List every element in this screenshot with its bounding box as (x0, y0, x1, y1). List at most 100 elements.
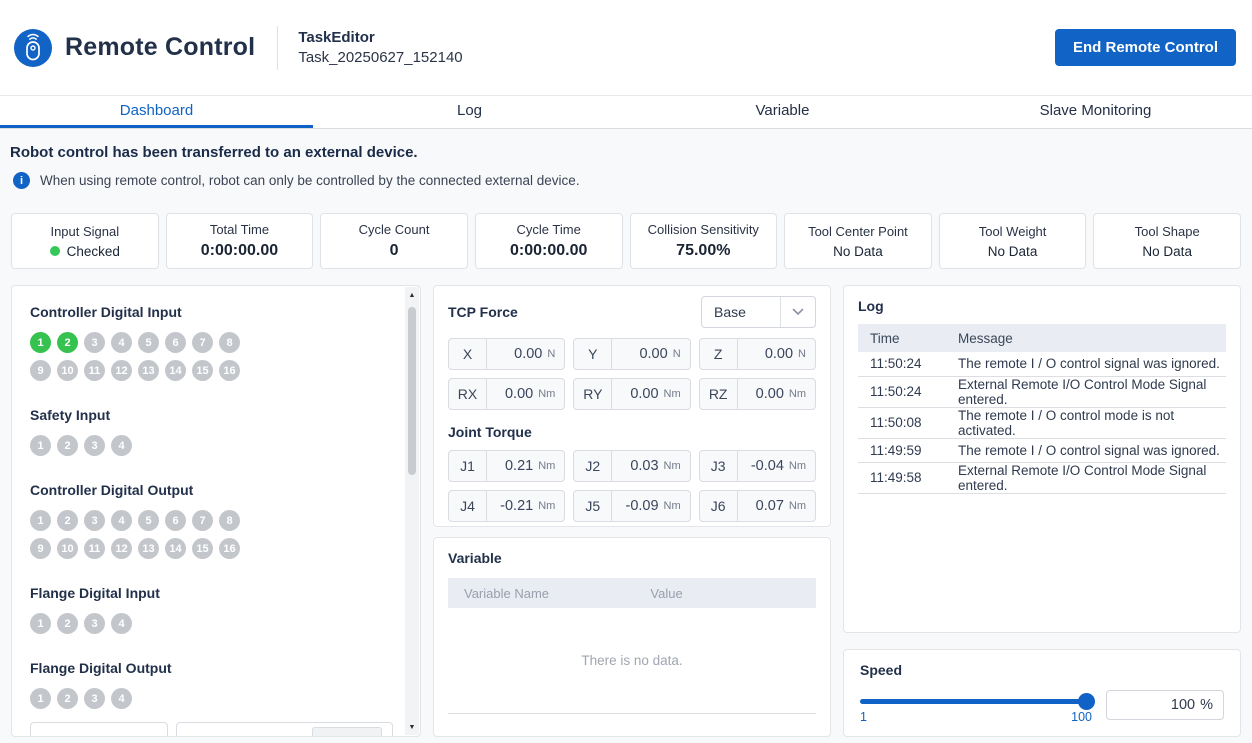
field-label: Z (700, 339, 738, 369)
end-remote-control-button[interactable]: End Remote Control (1055, 29, 1236, 66)
field-label: J1 (449, 451, 487, 481)
field-value: 0.00 (487, 386, 538, 402)
io-signal-indicator: 15 (192, 538, 213, 559)
io-dots-flange-digital-output: 1234 (30, 688, 246, 709)
field-label: Y (574, 339, 612, 369)
scroll-up-icon[interactable]: ▲ (405, 289, 419, 301)
log-table: Time Message 11:50:24The remote I / O co… (858, 324, 1226, 494)
speed-value-input[interactable]: 100 % (1106, 690, 1224, 720)
io-clipped-field[interactable] (30, 722, 168, 736)
status-card-label: Tool Shape (1135, 224, 1200, 239)
status-card-tool-center-point: Tool Center PointNo Data (784, 213, 932, 269)
field-unit: N (547, 348, 564, 360)
io-signal-indicator: 4 (111, 613, 132, 634)
log-time: 11:50:24 (858, 352, 946, 376)
io-signal-indicator: 1 (30, 613, 51, 634)
field-value: 0.07 (738, 498, 789, 514)
io-signal-indicator: 5 (138, 510, 159, 531)
message-column-header: Message (946, 324, 1226, 352)
io-signal-indicator: 1 (30, 435, 51, 456)
status-card-label: Total Time (210, 222, 269, 237)
io-signal-indicator: 1 (30, 510, 51, 531)
status-card-value-text: Checked (67, 244, 120, 259)
io-signal-indicator: 10 (57, 360, 78, 381)
field-unit: Nm (664, 388, 690, 400)
status-card-value: No Data (988, 244, 1038, 259)
coordinate-frame-select[interactable]: Base (701, 296, 816, 328)
task-info: TaskEditor Task_20250627_152140 (298, 29, 462, 66)
status-card-label: Cycle Count (359, 222, 430, 237)
io-section-title-flange-digital-input: Flange Digital Input (30, 585, 405, 601)
coordinate-frame-value: Base (702, 304, 780, 320)
status-card-label: Cycle Time (517, 222, 581, 237)
joint-torque-field-j5: J5-0.09Nm (573, 490, 690, 522)
scroll-down-icon[interactable]: ▼ (405, 721, 419, 733)
io-panel-scrollbar[interactable]: ▲ ▼ (405, 287, 419, 735)
field-unit: N (673, 348, 690, 360)
dashboard-grid: Controller Digital Input1234567891011121… (11, 285, 1241, 737)
scrollbar-thumb[interactable] (408, 307, 416, 475)
io-signal-indicator: 13 (138, 538, 159, 559)
io-signal-indicator: 14 (165, 360, 186, 381)
log-row: 11:50:24External Remote I/O Control Mode… (858, 376, 1226, 407)
tab-variable[interactable]: Variable (626, 96, 939, 128)
field-unit: Nm (789, 388, 815, 400)
status-card-value: 0:00:00.00 (510, 242, 587, 260)
variable-empty-message: There is no data. (448, 608, 816, 714)
io-clipped-field[interactable] (176, 722, 393, 736)
value-column-header: Value (650, 586, 682, 601)
log-time: 11:50:24 (858, 376, 946, 407)
joint-torque-field-j4: J4-0.21Nm (448, 490, 565, 522)
field-unit: Nm (538, 388, 564, 400)
field-value: 0.21 (487, 458, 538, 474)
green-status-dot-icon (50, 246, 60, 256)
app-title: Remote Control (65, 33, 255, 62)
log-row: 11:50:24The remote I / O control signal … (858, 352, 1226, 376)
notice-block: Robot control has been transferred to an… (0, 129, 1252, 189)
field-value: -0.21 (487, 498, 538, 514)
log-panel-title: Log (858, 298, 1226, 314)
speed-value: 100 (1171, 697, 1195, 713)
remote-control-app: Remote Control TaskEditor Task_20250627_… (0, 0, 1252, 743)
field-value: 0.00 (738, 386, 789, 402)
tab-slave-monitoring[interactable]: Slave Monitoring (939, 96, 1252, 128)
field-unit: Nm (789, 500, 815, 512)
io-signal-indicator: 4 (111, 510, 132, 531)
log-message: External Remote I/O Control Mode Signal … (946, 462, 1226, 493)
field-value: 0.03 (612, 458, 663, 474)
io-signal-indicator: 9 (30, 360, 51, 381)
task-type: TaskEditor (298, 29, 462, 46)
tcp-force-fields: X0.00NY0.00NZ0.00NRX0.00NmRY0.00NmRZ0.00… (448, 338, 816, 410)
header-divider (277, 26, 278, 70)
io-signal-indicator: 2 (57, 435, 78, 456)
io-signal-indicator: 2 (57, 510, 78, 531)
field-value: -0.09 (612, 498, 663, 514)
time-column-header: Time (858, 324, 946, 352)
speed-slider[interactable]: 1 100 (860, 690, 1092, 724)
joint-torque-field-j6: J60.07Nm (699, 490, 816, 522)
io-signal-indicator: 4 (111, 688, 132, 709)
io-signal-indicator: 11 (84, 538, 105, 559)
status-card-tool-shape: Tool ShapeNo Data (1093, 213, 1241, 269)
io-signal-indicator: 7 (192, 510, 213, 531)
io-signal-indicator: 1 (30, 688, 51, 709)
joint-torque-fields: J10.21NmJ20.03NmJ3-0.04NmJ4-0.21NmJ5-0.0… (448, 450, 816, 522)
speed-slider-handle[interactable] (1078, 693, 1095, 710)
speed-unit: % (1200, 697, 1213, 713)
joint-torque-field-j2: J20.03Nm (573, 450, 690, 482)
io-clipped-button[interactable] (312, 727, 382, 736)
io-signal-indicator: 3 (84, 613, 105, 634)
status-card-label: Tool Weight (979, 224, 1047, 239)
speed-slider-track[interactable] (860, 699, 1092, 704)
joint-torque-field-j3: J3-0.04Nm (699, 450, 816, 482)
status-card-input-signal: Input SignalChecked (11, 213, 159, 269)
field-unit: Nm (664, 500, 690, 512)
io-signal-indicator: 9 (30, 538, 51, 559)
io-signal-indicator: 3 (84, 332, 105, 353)
log-message: The remote I / O control mode is not act… (946, 407, 1226, 438)
tcp-force-title: TCP Force (448, 304, 518, 320)
tab-dashboard[interactable]: Dashboard (0, 96, 313, 128)
tab-log[interactable]: Log (313, 96, 626, 128)
field-unit: Nm (789, 460, 815, 472)
field-label: J5 (574, 491, 612, 521)
